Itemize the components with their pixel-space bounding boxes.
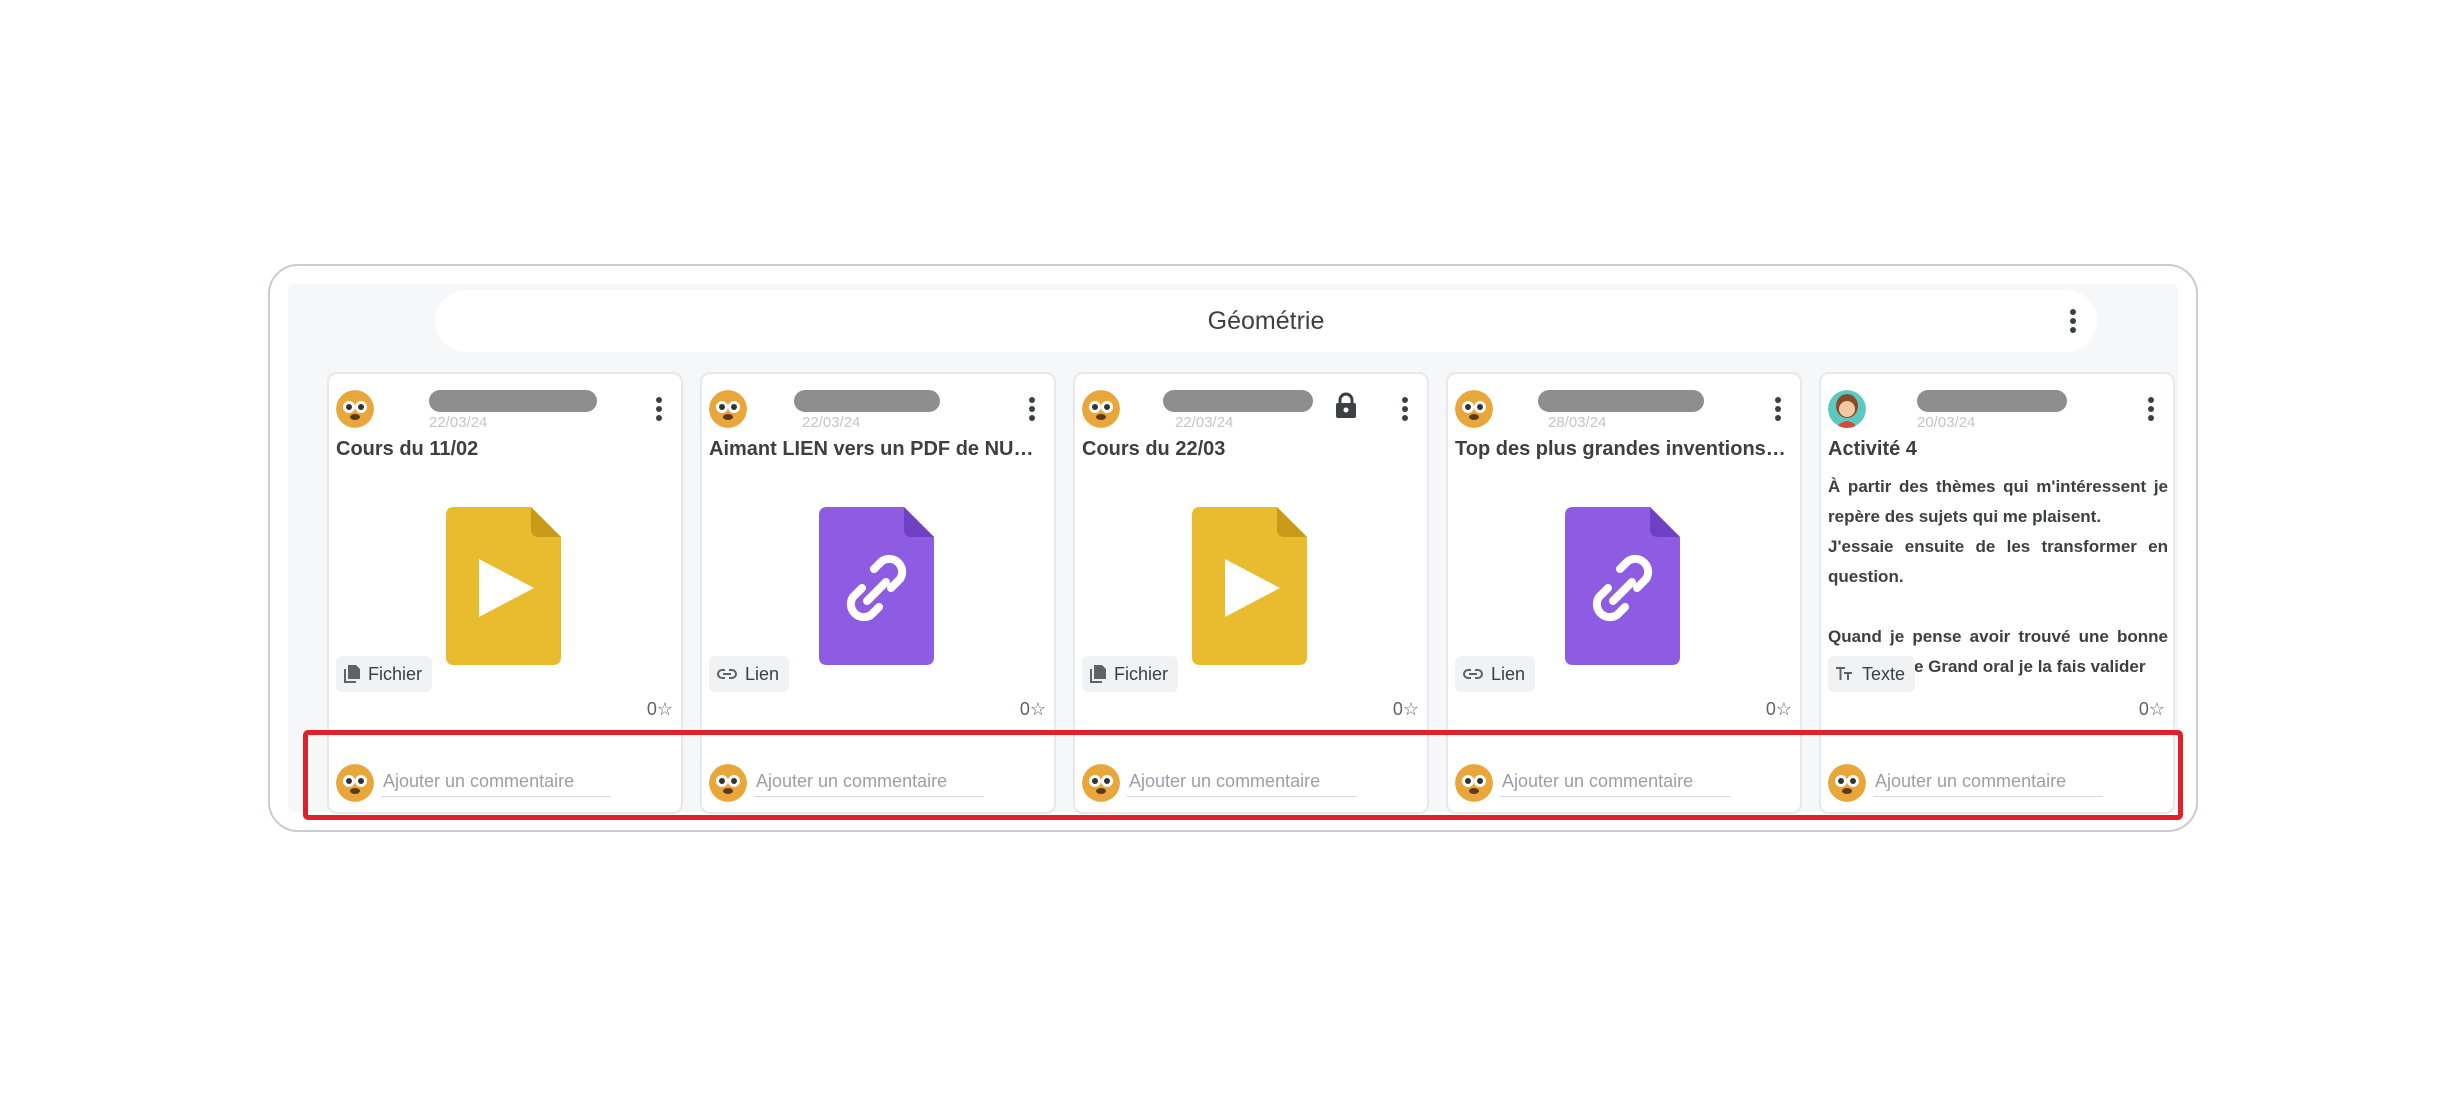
author-avatar [336, 390, 374, 428]
lock-icon [1336, 392, 1356, 418]
author-avatar [1455, 390, 1493, 428]
card-title: Cours du 11/02 [336, 438, 479, 460]
card-cours-2203[interactable]: 22/03/24 Cours du 22/03 Fichier 0☆ [1073, 372, 1429, 814]
card-title: Activité 4 [1828, 438, 1917, 460]
star-rating[interactable]: 0☆ [2139, 699, 2165, 720]
play-file-icon[interactable] [1192, 507, 1307, 665]
author-name-redacted [1163, 390, 1313, 412]
link-file-icon[interactable] [819, 507, 934, 665]
commenter-avatar [336, 764, 374, 802]
comment-row [702, 752, 1054, 812]
type-label: Fichier [1114, 663, 1169, 684]
comment-row [1448, 752, 1800, 812]
star-rating[interactable]: 0☆ [1020, 699, 1046, 720]
card-aimant-lien[interactable]: 22/03/24 Aimant LIEN vers un PDF de NUAG… [700, 372, 1056, 814]
comment-input[interactable] [754, 766, 984, 797]
card-more-options-icon[interactable] [2139, 394, 2163, 424]
author-avatar [1828, 390, 1866, 428]
card-top-inventions[interactable]: 28/03/24 Top des plus grandes inventions… [1446, 372, 1802, 814]
card-more-options-icon[interactable] [1766, 394, 1790, 424]
comment-input[interactable] [1127, 766, 1357, 797]
play-file-icon[interactable] [446, 507, 561, 665]
card-date: 28/03/24 [1548, 414, 1607, 431]
card-more-options-icon[interactable] [1020, 394, 1044, 424]
text-paragraph: À partir des thèmes qui m'intéressent je… [1828, 477, 2168, 526]
card-more-options-icon[interactable] [647, 394, 671, 424]
commenter-avatar [1455, 764, 1493, 802]
author-name-redacted [1917, 390, 2067, 412]
star-rating[interactable]: 0☆ [1393, 699, 1419, 720]
file-icon [344, 665, 360, 683]
card-date: 22/03/24 [429, 414, 488, 431]
section-header: Géométrie [435, 290, 2097, 352]
type-chip-file: Fichier [1082, 656, 1179, 692]
type-chip-link: Lien [709, 656, 790, 692]
link-file-icon[interactable] [1565, 507, 1680, 665]
author-name-redacted [794, 390, 940, 412]
author-avatar [1082, 390, 1120, 428]
type-label: Texte [1862, 663, 1906, 684]
star-rating[interactable]: 0☆ [647, 699, 673, 720]
text-paragraph: J'essaie ensuite de les transformer en q… [1828, 537, 2168, 586]
card-more-options-icon[interactable] [1393, 394, 1417, 424]
type-label: Lien [745, 663, 780, 684]
text-format-icon [1836, 667, 1852, 680]
card-date: 20/03/24 [1917, 414, 1976, 431]
file-icon [1090, 665, 1106, 683]
author-avatar [709, 390, 747, 428]
comment-input[interactable] [1500, 766, 1730, 797]
commenter-avatar [1828, 764, 1866, 802]
section-more-options-icon[interactable] [2061, 306, 2085, 336]
card-date: 22/03/24 [802, 414, 861, 431]
card-cours-1102[interactable]: 22/03/24 Cours du 11/02 Fichier 0☆ [327, 372, 683, 814]
commenter-avatar [1082, 764, 1120, 802]
type-chip-file: Fichier [336, 656, 433, 692]
type-chip-link: Lien [1455, 656, 1536, 692]
card-title: Top des plus grandes inventions d... [1455, 438, 1791, 460]
card-title: Aimant LIEN vers un PDF de NUAG... [709, 438, 1045, 460]
card-activite-4[interactable]: 20/03/24 Activité 4 À partir des thèmes … [1819, 372, 2175, 814]
link-icon [1463, 669, 1483, 679]
author-name-redacted [429, 390, 597, 412]
type-label: Lien [1491, 663, 1526, 684]
comment-row [1821, 752, 2173, 812]
comment-input[interactable] [381, 766, 611, 797]
author-name-redacted [1538, 390, 1704, 412]
star-rating[interactable]: 0☆ [1766, 699, 1792, 720]
card-title: Cours du 22/03 [1082, 438, 1226, 460]
comment-row [1075, 752, 1427, 812]
section-title: Géométrie [1207, 307, 1325, 335]
card-date: 22/03/24 [1175, 414, 1234, 431]
comment-input[interactable] [1873, 766, 2103, 797]
link-icon [717, 669, 737, 679]
type-label: Fichier [368, 663, 423, 684]
comment-row [329, 752, 681, 812]
type-chip-text: Texte [1828, 656, 1916, 692]
commenter-avatar [709, 764, 747, 802]
